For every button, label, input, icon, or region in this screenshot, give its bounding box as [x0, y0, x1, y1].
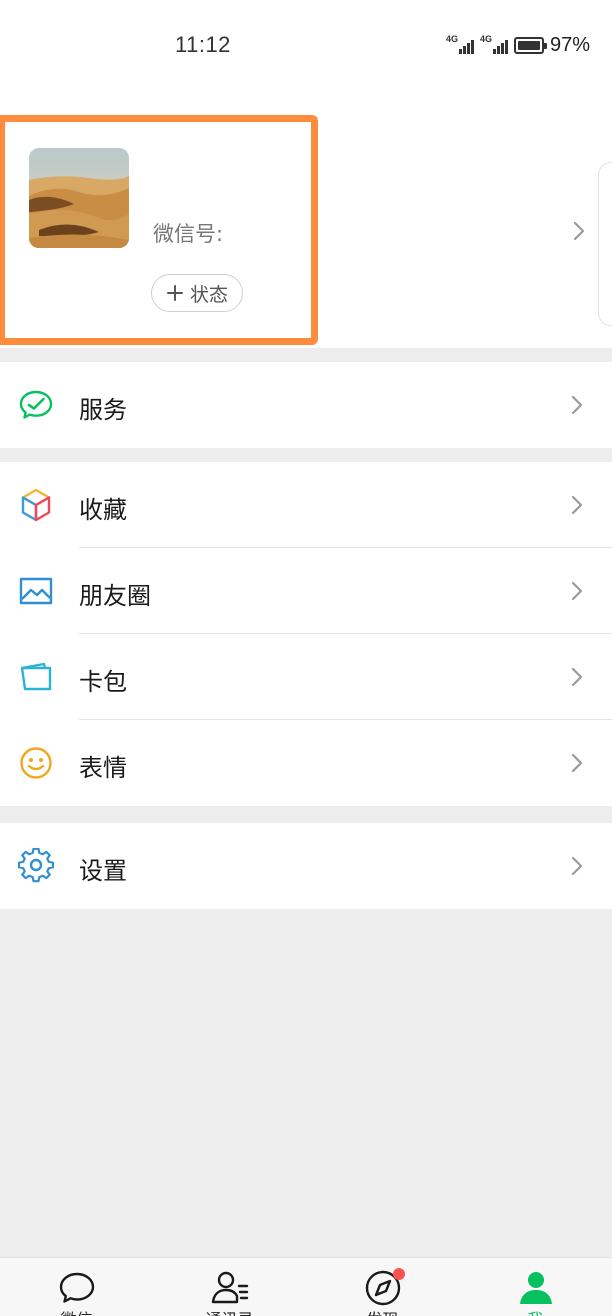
contacts-icon	[211, 1271, 248, 1304]
chevron-right-icon	[571, 495, 583, 515]
features-group: 收藏 朋友圈 卡包 表情	[0, 462, 612, 806]
signal-icon: 4G	[445, 34, 474, 54]
moments-label: 朋友圈	[79, 582, 151, 610]
tab-contacts-label: 通讯录	[153, 1306, 306, 1316]
status-indicators: 4G 4G 97%	[446, 33, 590, 57]
wechat-id-label: 微信号:	[153, 222, 224, 246]
stickers-label: 表情	[79, 754, 127, 782]
chevron-right-icon	[571, 753, 583, 773]
add-status-button[interactable]: 状态	[151, 274, 243, 312]
desert-image	[29, 148, 129, 248]
menu-item-moments[interactable]: 朋友圈	[0, 548, 612, 634]
card-wallet-icon	[20, 662, 52, 691]
signal-icon: 4G	[479, 34, 508, 54]
smiley-icon	[20, 747, 52, 779]
tab-chats-label: 微信	[0, 1306, 153, 1316]
picture-icon	[19, 577, 53, 605]
tab-me[interactable]: 我	[459, 1258, 612, 1316]
services-group: 服务	[0, 362, 612, 448]
battery-percent: 97%	[549, 33, 590, 56]
services-label: 服务	[79, 396, 127, 424]
plus-icon	[166, 285, 183, 301]
menu-item-settings[interactable]: 设置	[0, 823, 612, 909]
menu-item-cards[interactable]: 卡包	[0, 634, 612, 720]
battery-icon	[513, 36, 547, 54]
avatar[interactable]	[29, 148, 129, 248]
network-type-label: 4G	[445, 34, 458, 44]
chevron-right-icon	[571, 395, 583, 415]
tab-contacts[interactable]: 通讯录	[153, 1258, 306, 1316]
gear-icon	[18, 848, 54, 883]
add-status-label: 状态	[189, 283, 228, 306]
settings-label: 设置	[79, 857, 127, 885]
chat-bubble-icon	[59, 1272, 94, 1303]
profile-header[interactable]: 微信号: 状态	[0, 90, 612, 348]
settings-group: 设置	[0, 823, 612, 909]
menu-item-favorites[interactable]: 收藏	[0, 462, 612, 548]
side-panel-edge	[598, 162, 612, 326]
menu-item-services[interactable]: 服务	[0, 362, 612, 448]
cards-label: 卡包	[79, 668, 127, 696]
status-bar: 11:12 4G 4G 97%	[0, 0, 612, 90]
tab-discover-label: 发现	[306, 1306, 459, 1316]
favorites-label: 收藏	[79, 496, 127, 524]
cube-icon	[21, 488, 51, 522]
tab-me-label: 我	[459, 1306, 612, 1316]
network-type-label: 4G	[479, 34, 492, 44]
chevron-right-icon	[571, 581, 583, 601]
person-icon	[519, 1272, 552, 1304]
chevron-right-icon	[571, 856, 583, 876]
tab-chats[interactable]: 微信	[0, 1258, 153, 1316]
chevron-right-icon	[571, 667, 583, 687]
services-icon	[19, 390, 53, 419]
status-time: 11:12	[175, 32, 231, 57]
menu-item-stickers[interactable]: 表情	[0, 720, 612, 806]
tab-discover[interactable]: 发现	[306, 1258, 459, 1316]
chevron-right-icon[interactable]	[572, 220, 586, 242]
discover-badge-dot	[393, 1268, 405, 1280]
bottom-tab-bar: 微信 通讯录 发现 我	[0, 1257, 612, 1316]
